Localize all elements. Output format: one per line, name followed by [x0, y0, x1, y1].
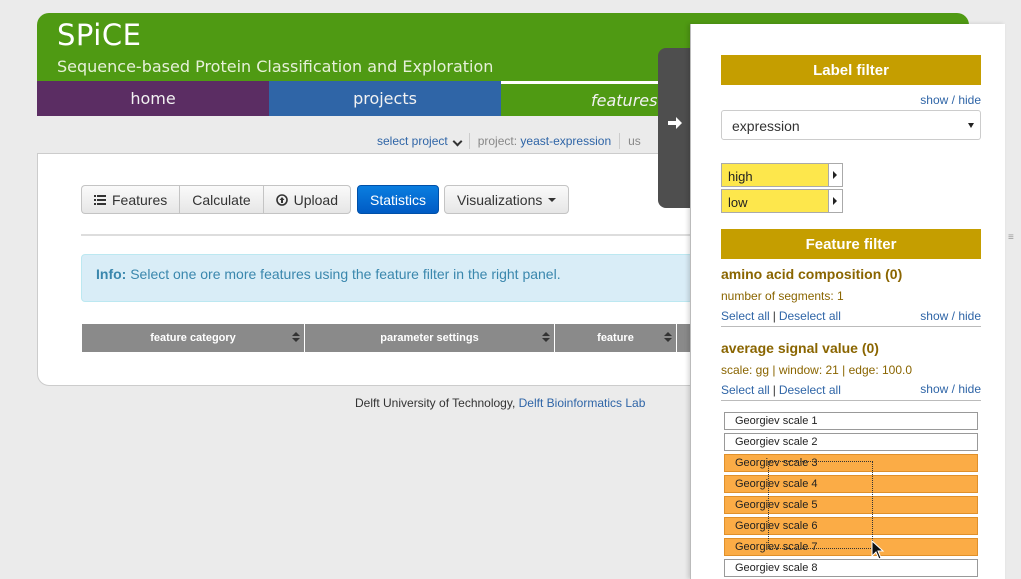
column-header-parameter-settings[interactable]: parameter settings: [305, 324, 555, 352]
upload-button[interactable]: Upload: [262, 185, 351, 214]
statistics-button-label: Statistics: [370, 191, 427, 208]
main-card: Features Calculate Upload Statistics Vis…: [37, 153, 737, 386]
feature-item[interactable]: Georgiev scale 1: [724, 412, 978, 430]
info-alert: Info: Select one ore more features using…: [81, 254, 693, 302]
toolbar: Features Calculate Upload Statistics Vis…: [81, 185, 570, 214]
divider: [81, 234, 693, 236]
project-bar: select project project: yeast-expression…: [377, 133, 641, 149]
feature-filter-header: Feature filter: [721, 229, 981, 259]
filter-panel: Label filter show / hide expression high…: [690, 24, 1005, 579]
app-title[interactable]: SPiCE: [57, 18, 141, 52]
label-select[interactable]: expression: [721, 110, 981, 140]
scrollbar-grip-icon[interactable]: ≡: [1008, 232, 1014, 243]
features-button[interactable]: Features: [81, 185, 180, 214]
footer-text: Delft University of Technology,: [355, 396, 516, 410]
select-project-dropdown[interactable]: select project: [377, 134, 463, 148]
calculate-button-label: Calculate: [192, 191, 251, 208]
feature-table-header: feature category parameter settings feat…: [82, 324, 694, 352]
upload-button-label: Upload: [293, 191, 338, 208]
footer-link[interactable]: Delft Bioinformatics Lab: [519, 396, 646, 410]
list-icon: [94, 194, 106, 205]
divider: [721, 326, 981, 327]
divider: [721, 400, 981, 401]
label-tag-text: low: [728, 195, 748, 210]
drag-selection-box: [768, 461, 873, 549]
category-show-hide[interactable]: show / hide: [920, 382, 981, 396]
info-text: Select one ore more features using the f…: [130, 266, 561, 282]
divider: [619, 133, 621, 149]
label-select-value: expression: [732, 118, 800, 134]
triangle-right-icon[interactable]: [828, 190, 842, 212]
upload-icon: [275, 193, 288, 206]
feature-item[interactable]: Georgiev scale 2: [724, 433, 978, 451]
label-tag-low[interactable]: low: [721, 189, 843, 213]
select-all-link[interactable]: Select all: [721, 383, 770, 397]
label-tag-text: high: [728, 169, 753, 184]
column-label: feature: [597, 332, 634, 344]
footer: Delft University of Technology, Delft Bi…: [355, 396, 645, 410]
column-label: feature category: [150, 332, 236, 344]
nav-home[interactable]: home: [37, 81, 269, 116]
arrow-right-icon: [668, 117, 682, 129]
project-link[interactable]: yeast-expression: [520, 134, 611, 148]
chevron-down-icon: [452, 136, 463, 147]
select-project-label: select project: [377, 134, 448, 148]
action-button-group: Features Calculate Upload: [81, 185, 351, 214]
nav-projects[interactable]: projects: [269, 81, 501, 116]
divider: [468, 133, 470, 149]
triangle-right-icon[interactable]: [828, 164, 842, 186]
user-label: us: [628, 134, 641, 148]
visualizations-dropdown[interactable]: Visualizations: [444, 185, 570, 214]
project-label: project:: [477, 134, 518, 148]
caret-down-icon: [548, 197, 557, 202]
dropdown-icon: [968, 123, 974, 128]
category-meta: number of segments: 1: [721, 289, 844, 303]
mouse-cursor-icon: [871, 540, 885, 560]
category-show-hide[interactable]: show / hide: [920, 309, 981, 323]
select-links: Select all | Deselect all: [721, 309, 841, 323]
app-subtitle: Sequence-based Protein Classification an…: [57, 57, 494, 76]
column-label: parameter settings: [380, 332, 479, 344]
feature-item[interactable]: Georgiev scale 8: [724, 559, 978, 577]
column-header-feature[interactable]: feature: [555, 324, 677, 352]
visualizations-label: Visualizations: [457, 191, 543, 208]
separator: |: [772, 383, 776, 397]
category-title: amino acid composition (0): [721, 266, 903, 282]
category-title: average signal value (0): [721, 340, 879, 356]
select-all-link[interactable]: Select all: [721, 309, 770, 323]
column-header-feature-category[interactable]: feature category: [82, 324, 305, 352]
label-tag-high[interactable]: high: [721, 163, 843, 187]
label-filter-header: Label filter: [721, 55, 981, 85]
select-links: Select all | Deselect all: [721, 383, 841, 397]
separator: |: [772, 309, 776, 323]
features-button-label: Features: [112, 191, 168, 208]
statistics-button[interactable]: Statistics: [357, 185, 440, 214]
info-label: Info:: [96, 266, 127, 282]
category-meta: scale: gg | window: 21 | edge: 100.0: [721, 363, 913, 377]
deselect-all-link[interactable]: Deselect all: [779, 309, 841, 323]
calculate-button[interactable]: Calculate: [179, 185, 263, 214]
deselect-all-link[interactable]: Deselect all: [779, 383, 841, 397]
label-filter-show-hide[interactable]: show / hide: [920, 93, 981, 107]
